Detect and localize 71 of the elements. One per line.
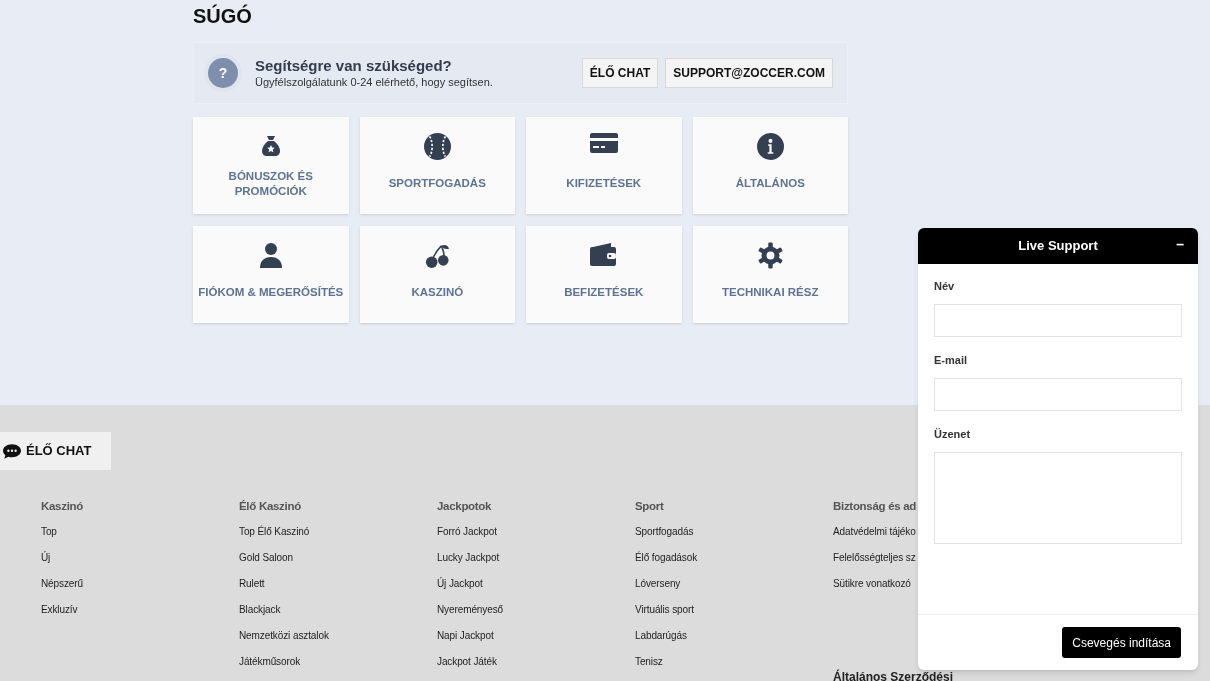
footer-link[interactable]: Blackjack [239, 602, 281, 616]
gear-icon [756, 242, 784, 269]
message-field[interactable] [934, 452, 1182, 544]
footer-heading: Jackpotok [437, 499, 492, 514]
footer-link[interactable]: Gold Saloon [239, 550, 293, 564]
minimize-button[interactable]: – [1176, 234, 1184, 255]
footer-link[interactable]: Virtuális sport [635, 602, 694, 616]
help-title: Segítségre van szükséged? [255, 57, 453, 75]
footer-heading: Sport [635, 499, 664, 514]
info-icon [756, 133, 784, 160]
footer-heading: Biztonság és ad [833, 499, 917, 514]
field-label: Üzenet [934, 427, 972, 442]
footer-link[interactable]: Új Jackpot [437, 576, 483, 590]
wallet-icon [589, 242, 618, 266]
help-subtitle: Ügyfélszolgálatunk 0-24 elérhető, hogy segítsen. [255, 75, 494, 89]
footer-link[interactable]: Lóverseny [635, 576, 681, 590]
category-card[interactable]: BEFIZETÉSEK [526, 226, 682, 323]
category-label: ÁLTALÁNOS [735, 176, 805, 191]
start-chat-button[interactable]: Csevegés indítása [1062, 627, 1181, 658]
field-label: Név [934, 279, 956, 294]
footer-link[interactable]: Top Élő Kaszinó [239, 524, 310, 538]
footer-link[interactable]: Exkluzív [41, 602, 78, 616]
footer-link[interactable]: Lucky Jackpot [437, 550, 500, 564]
footer-heading: Élő Kaszinó [239, 499, 301, 514]
category-label: FIÓKOM & MEGERŐSÍTÉS [198, 285, 344, 300]
category-card[interactable]: TECHNIKAI RÉSZ [692, 226, 848, 323]
footer-link[interactable]: Jackpot Játék [437, 654, 497, 668]
category-label: KASZINÓ [411, 285, 464, 300]
help-icon: ? [208, 58, 238, 88]
footer-link[interactable]: Rulett [239, 576, 265, 590]
live-chat-button[interactable]: ÉLŐ CHAT [0, 432, 111, 470]
footer-link[interactable]: Forró Jackpot [437, 524, 497, 538]
footer-link[interactable]: Sütikre vonatkozó [833, 576, 911, 590]
footer-link[interactable]: Sportfogadás [635, 524, 694, 538]
user-icon [258, 242, 283, 268]
baseball-icon [423, 133, 451, 160]
category-label: TECHNIKAI RÉSZ [722, 285, 819, 300]
footer-link[interactable]: Tenisz [635, 654, 663, 668]
input-field[interactable] [934, 304, 1182, 337]
footer-link[interactable]: Új [41, 550, 51, 564]
page-title: SÚGÓ [193, 4, 253, 29]
category-card[interactable]: SPORTFOGADÁS [359, 117, 515, 214]
input-field[interactable] [934, 378, 1182, 411]
footer-link[interactable]: Élő fogadások [635, 550, 698, 564]
help-button[interactable]: SUPPORT@ZOCCER.COM [665, 58, 833, 88]
footer-link[interactable]: Nyereményeső [437, 602, 504, 616]
footer-heading: Kaszinó [41, 499, 83, 514]
category-card[interactable]: ÁLTALÁNOS [692, 117, 848, 214]
category-label: BÓNUSZOK ÉS PROMÓCIÓK [228, 168, 313, 199]
footer-link[interactable]: Játékműsorok [239, 654, 301, 668]
cherries-icon [423, 242, 451, 269]
speech-bubble-icon [3, 443, 21, 459]
category-label: BEFIZETÉSEK [564, 285, 644, 300]
field-label: E-mail [934, 353, 968, 368]
category-label: SPORTFOGADÁS [388, 176, 486, 191]
credit-card-icon [589, 133, 618, 153]
category-card[interactable]: FIÓKOM & MEGERŐSÍTÉS [193, 226, 349, 323]
footer-link[interactable]: Felelősségteljes sz [833, 550, 916, 564]
footer-link[interactable]: Nemzetközi asztalok [239, 628, 329, 642]
help-button[interactable]: ÉLŐ CHAT [581, 58, 659, 88]
footer-heading: Általános Szerződési [833, 668, 954, 681]
footer-link[interactable]: Napi Jackpot [437, 628, 494, 642]
category-card[interactable]: BÓNUSZOK ÉS PROMÓCIÓK [193, 117, 349, 214]
category-label: KIFIZETÉSEK [566, 176, 642, 191]
category-card[interactable]: KIFIZETÉSEK [526, 117, 682, 214]
footer-link[interactable]: Adatvédelmi tájéko [833, 524, 916, 538]
category-card[interactable]: KASZINÓ [359, 226, 515, 323]
footer-link[interactable]: Top [41, 524, 57, 538]
chat-title: Live Support [1018, 237, 1098, 256]
footer-link[interactable]: Labdarúgás [635, 628, 687, 642]
footer-link[interactable]: Népszerű [41, 576, 83, 590]
